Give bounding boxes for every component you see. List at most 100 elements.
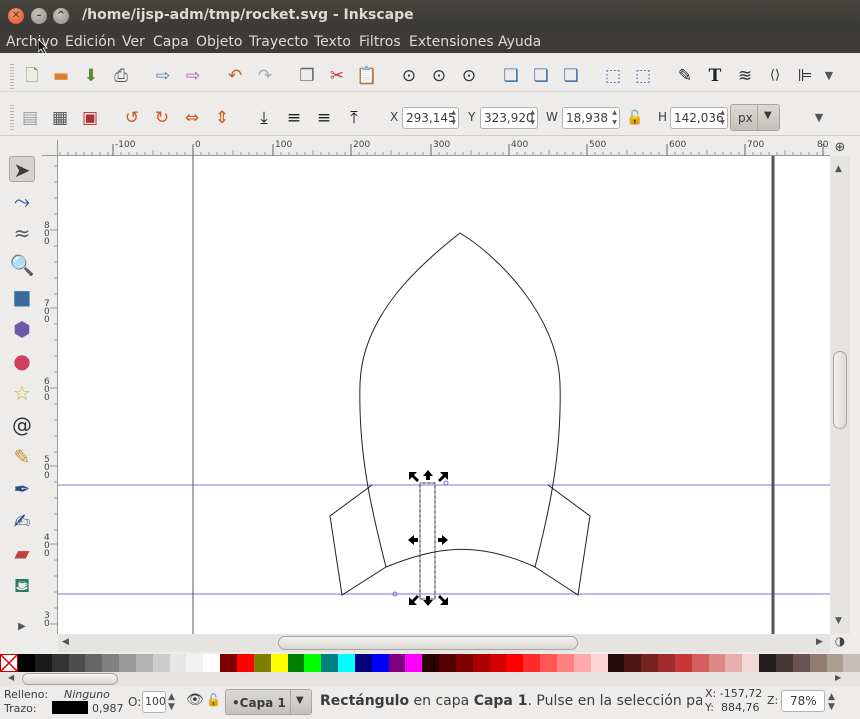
flip-vertical-icon[interactable]: ⇕ — [211, 107, 233, 129]
color-swatch[interactable] — [708, 654, 726, 672]
raise-icon[interactable]: ≡ — [313, 107, 335, 129]
color-swatch[interactable] — [506, 654, 524, 672]
color-swatch[interactable] — [236, 654, 254, 672]
menu-capa[interactable]: Capa — [153, 34, 189, 50]
color-swatch[interactable] — [439, 654, 456, 672]
color-swatch[interactable] — [388, 654, 406, 672]
color-swatch[interactable] — [253, 654, 271, 672]
selected-rectangle[interactable] — [419, 482, 436, 600]
redo-icon[interactable]: ↷ — [254, 65, 276, 87]
menu-trayecto[interactable]: Trayecto — [249, 34, 308, 50]
color-swatch[interactable] — [422, 654, 440, 672]
vertical-scroll-thumb[interactable] — [833, 351, 847, 429]
color-swatch[interactable] — [775, 654, 793, 672]
zoom-drawing-icon[interactable]: ⊙ — [428, 65, 450, 87]
scroll-right-icon[interactable]: ▶ — [835, 673, 841, 682]
color-swatch[interactable] — [354, 654, 372, 672]
scale-handles[interactable] — [408, 470, 448, 606]
maximize-window-button[interactable]: ^ — [53, 8, 69, 24]
lower-icon[interactable]: ≡ — [283, 107, 305, 129]
palette-scroll-thumb[interactable] — [22, 673, 118, 685]
toolbar-grip[interactable] — [10, 105, 14, 131]
color-swatch[interactable] — [220, 654, 237, 672]
color-swatch[interactable] — [759, 654, 776, 672]
xml-editor-icon[interactable]: ⟨⟩ — [764, 65, 786, 87]
import-icon[interactable]: ⇨ — [152, 65, 174, 87]
layers-icon[interactable]: ≋ — [734, 65, 756, 87]
drawing-canvas[interactable] — [58, 156, 830, 634]
fill-value[interactable]: Ninguno — [64, 688, 110, 701]
toolbar-grip[interactable] — [10, 64, 14, 90]
color-swatch[interactable] — [321, 654, 339, 672]
horizontal-scroll-thumb[interactable] — [278, 636, 578, 650]
color-swatch[interactable] — [186, 654, 204, 672]
color-swatch[interactable] — [85, 654, 103, 672]
close-window-button[interactable]: ✕ — [8, 8, 24, 24]
text-font-icon[interactable]: T — [704, 65, 726, 87]
color-swatch[interactable] — [472, 654, 490, 672]
color-swatch[interactable] — [523, 654, 541, 672]
layer-select[interactable]: •Capa 1 ▼ — [225, 689, 312, 715]
color-swatch[interactable] — [135, 654, 153, 672]
scroll-down-icon[interactable]: ▼ — [835, 616, 842, 626]
unlink-clone-icon[interactable]: ❏ — [560, 65, 582, 87]
eraser-tool-icon[interactable]: ▰ — [9, 540, 35, 566]
group-icon[interactable]: ⬚ — [602, 65, 624, 87]
zoom-field[interactable]: 78% — [781, 690, 825, 712]
menu-extensiones[interactable]: Extensiones — [409, 34, 494, 50]
save-document-icon[interactable]: ⬇ — [80, 65, 102, 87]
x-field[interactable]: 293,145 ▲ ▼ — [402, 107, 459, 129]
color-swatch[interactable] — [641, 654, 659, 672]
color-swatch[interactable] — [742, 654, 760, 672]
spin-arrows-icon[interactable]: ▲ ▼ — [528, 108, 537, 128]
scroll-right-icon[interactable]: ▶ — [816, 637, 823, 647]
lower-to-bottom-icon[interactable]: ⤓ — [253, 107, 275, 129]
node-tool-icon[interactable]: ⤳ — [9, 188, 35, 214]
flip-horizontal-icon[interactable]: ⇔ — [181, 107, 203, 129]
rocket-body[interactable] — [359, 232, 561, 568]
zoom-selection-icon[interactable]: ⊙ — [398, 65, 420, 87]
h-field[interactable]: 142,036 ▲ ▼ — [670, 107, 728, 129]
color-swatch[interactable] — [590, 654, 608, 672]
ellipse-tool-icon[interactable]: ● — [9, 348, 35, 374]
color-swatch[interactable] — [371, 654, 389, 672]
star-tool-icon[interactable]: ☆ — [9, 380, 35, 406]
stroke-swatch[interactable] — [52, 701, 88, 714]
scroll-left-icon[interactable]: ◀ — [62, 637, 69, 647]
color-swatch[interactable] — [573, 654, 591, 672]
rocket-right-fin[interactable] — [534, 484, 591, 596]
color-swatch[interactable] — [68, 654, 86, 672]
menu-filtros[interactable]: Filtros — [359, 34, 401, 50]
3d-box-tool-icon[interactable]: ⬢ — [9, 316, 35, 342]
spin-arrows-icon[interactable]: ▲ ▼ — [168, 692, 175, 712]
open-document-icon[interactable]: ▬ — [50, 65, 72, 87]
rotate-ccw-icon[interactable]: ↺ — [121, 107, 143, 129]
color-swatch[interactable] — [691, 654, 709, 672]
selector-tool-icon[interactable]: ➤ — [9, 156, 35, 182]
ungroup-icon[interactable]: ⬚ — [632, 65, 654, 87]
color-swatch[interactable] — [624, 654, 642, 672]
menu-ayuda[interactable]: Ayuda — [498, 34, 541, 50]
toolbox-more-icon[interactable]: ▶ — [9, 614, 35, 640]
spin-arrows-icon[interactable]: ▲ ▼ — [449, 108, 458, 128]
color-swatch[interactable] — [658, 654, 675, 672]
color-swatch[interactable] — [843, 654, 860, 672]
color-swatch[interactable] — [34, 654, 52, 672]
color-swatch[interactable] — [792, 654, 810, 672]
menu-texto[interactable]: Texto — [314, 34, 351, 50]
spin-arrows-icon[interactable]: ▲ ▼ — [828, 692, 835, 712]
color-swatch[interactable] — [607, 654, 625, 672]
calligraphy-tool-icon[interactable]: ✍ — [9, 508, 35, 534]
y-field[interactable]: 323,920 ▲ ▼ — [480, 107, 538, 129]
color-swatch[interactable] — [304, 654, 322, 672]
color-swatch[interactable] — [270, 654, 288, 672]
pen-tool-icon[interactable]: ✒ — [9, 476, 35, 502]
duplicate-icon[interactable]: ❏ — [500, 65, 522, 87]
align-distribute-icon[interactable]: ⊫ — [794, 65, 816, 87]
fill-stroke-icon[interactable]: ✎ — [674, 65, 696, 87]
zoom-corner-icon[interactable]: ⊕ — [830, 140, 850, 156]
menu-archivo[interactable]: Archivo — [6, 34, 58, 50]
palette-scrollbar[interactable]: ◀ ▶ — [0, 672, 860, 686]
horizontal-scrollbar[interactable]: ◀ ▶ — [58, 634, 830, 652]
color-swatch[interactable] — [51, 654, 69, 672]
